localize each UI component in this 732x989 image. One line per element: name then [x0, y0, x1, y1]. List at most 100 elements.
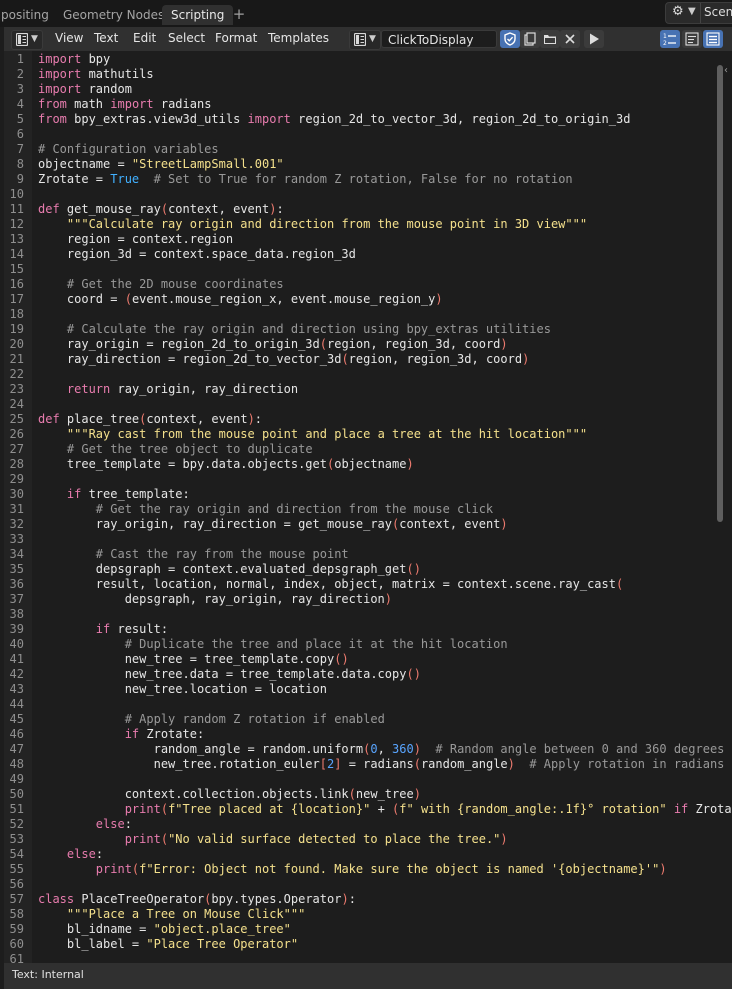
code-line[interactable]: 13 region = context.region — [4, 232, 732, 247]
code-line[interactable]: 27 # Get the tree object to duplicate — [4, 442, 732, 457]
code-line[interactable]: 25 def place_tree(context, event): — [4, 412, 732, 427]
code-line[interactable]: 61 — [4, 952, 732, 963]
code-line[interactable]: 23 return ray_origin, ray_direction — [4, 382, 732, 397]
code-line[interactable]: 1 import bpy — [4, 52, 732, 67]
code-line[interactable]: 60 bl_label = "Place Tree Operator" — [4, 937, 732, 952]
new-text-button[interactable] — [520, 30, 540, 48]
fake-user-shield-icon — [504, 32, 516, 46]
line-number: 4 — [16, 97, 24, 111]
line-number: 54 — [9, 847, 24, 861]
code-line[interactable]: 14 region_3d = context.space_data.region… — [4, 247, 732, 262]
menu-view[interactable]: View — [55, 31, 83, 45]
unlink-text-button[interactable] — [560, 30, 580, 48]
code-line[interactable]: 51 print(f"Tree placed at {location}" + … — [4, 802, 732, 817]
code-line[interactable]: 54 else: — [4, 847, 732, 862]
code-line[interactable]: 12 """Calculate ray origin and direction… — [4, 217, 732, 232]
code-line[interactable]: 21 ray_direction = region_2d_to_vector_3… — [4, 352, 732, 367]
code-line[interactable]: 2 import mathutils — [4, 67, 732, 82]
code-line[interactable]: 44 — [4, 697, 732, 712]
line-numbers-toggle[interactable]: 1 2 — [660, 30, 680, 48]
code-line[interactable]: 22 — [4, 367, 732, 382]
code-line[interactable]: 57 class PlaceTreeOperator(bpy.types.Oper… — [4, 892, 732, 907]
code-line[interactable]: 56 — [4, 877, 732, 892]
code-line[interactable]: 26 """Ray cast from the mouse point and … — [4, 427, 732, 442]
code-line[interactable]: 33 — [4, 532, 732, 547]
scrollbar-thumb[interactable] — [717, 65, 723, 522]
sidebar-expand-icon[interactable]: ‹ — [724, 65, 728, 76]
code-text: """Place a Tree on Mouse Click""" — [66, 907, 306, 921]
run-script-button[interactable] — [584, 30, 604, 48]
editor-type-icon — [16, 33, 28, 46]
code-line[interactable]: 6 — [4, 127, 732, 142]
code-line[interactable]: 39 if result: — [4, 622, 732, 637]
code-line[interactable]: 4 from math import radians — [4, 97, 732, 112]
code-line[interactable]: 17 coord = (event.mouse_region_x, event.… — [4, 292, 732, 307]
code-line[interactable]: 16 # Get the 2D mouse coordinates — [4, 277, 732, 292]
code-line[interactable]: 11 def get_mouse_ray(context, event): — [4, 202, 732, 217]
code-line[interactable]: 38 — [4, 607, 732, 622]
menu-select[interactable]: Select — [168, 31, 205, 45]
menu-text[interactable]: Text — [94, 31, 118, 45]
code-line[interactable]: 43 new_tree.location = location — [4, 682, 732, 697]
code-line[interactable]: 42 new_tree.data = tree_template.data.co… — [4, 667, 732, 682]
line-number: 2 — [16, 67, 24, 81]
code-line[interactable]: 9 Zrotate = True # Set to True for random… — [4, 172, 732, 187]
fake-user-button[interactable] — [500, 30, 520, 48]
line-number: 23 — [9, 382, 24, 396]
tab-scripting[interactable]: Scripting — [162, 5, 234, 25]
code-text: new_tree.data = tree_template.data.copy(… — [38, 667, 421, 681]
code-text: from math import radians — [38, 97, 212, 111]
open-text-button[interactable] — [540, 30, 560, 48]
editor-type-button[interactable]: ▼ — [11, 30, 43, 50]
code-line[interactable]: 30 if tree_template: — [4, 487, 732, 502]
text-name-field[interactable]: ClickToDisplay — [381, 30, 497, 48]
code-line[interactable]: 53 print("No valid surface detected to p… — [4, 832, 732, 847]
status-bar: Text: Internal — [4, 963, 732, 989]
chevron-down-icon: ▼ — [369, 34, 376, 44]
code-line[interactable]: 37 depsgraph, ray_origin, ray_direction) — [4, 592, 732, 607]
text-selector-button[interactable]: ▼ — [349, 30, 381, 50]
code-line[interactable]: 31 # Get the ray origin and direction fr… — [4, 502, 732, 517]
code-line[interactable]: 24 — [4, 397, 732, 412]
line-number: 19 — [9, 322, 24, 336]
code-line[interactable]: 55 print(f"Error: Object not found. Make… — [4, 862, 732, 877]
code-line[interactable]: 18 — [4, 307, 732, 322]
tab-geometry-nodes[interactable]: Geometry Nodes — [54, 5, 173, 25]
code-line[interactable]: 47 random_angle = random.uniform(0, 360)… — [4, 742, 732, 757]
tab-compositing[interactable]: positing — [0, 5, 58, 25]
code-line[interactable]: 40 # Duplicate the tree and place it at … — [4, 637, 732, 652]
code-line[interactable]: 35 depsgraph = context.evaluated_depsgra… — [4, 562, 732, 577]
text-editor-area[interactable]: 1 import bpy 2 import mathutils 3 import rand… — [4, 51, 732, 963]
code-line[interactable]: 36 result, location, normal, index, obje… — [4, 577, 732, 592]
code-line[interactable]: 52 else: — [4, 817, 732, 832]
code-line[interactable]: 10 — [4, 187, 732, 202]
word-wrap-toggle[interactable] — [682, 30, 702, 48]
line-number: 7 — [16, 142, 24, 156]
code-line[interactable]: 20 ray_origin = region_2d_to_origin_3d(r… — [4, 337, 732, 352]
code-line[interactable]: 28 tree_template = bpy.data.objects.get(… — [4, 457, 732, 472]
scene-selector[interactable]: ⚙ ▼ Scene — [665, 2, 732, 24]
code-line[interactable]: 45 # Apply random Z rotation if enabled — [4, 712, 732, 727]
code-line[interactable]: 8 objectname = "StreetLampSmall.001" — [4, 157, 732, 172]
code-line[interactable]: 15 — [4, 262, 732, 277]
code-line[interactable]: 59 bl_idname = "object.place_tree" — [4, 922, 732, 937]
line-number: 50 — [9, 787, 24, 801]
code-line[interactable]: 7 # Configuration variables — [4, 142, 732, 157]
code-line[interactable]: 3 import random — [4, 82, 732, 97]
menu-templates[interactable]: Templates — [268, 31, 329, 45]
syntax-highlight-toggle[interactable] — [703, 30, 723, 48]
code-line[interactable]: 29 — [4, 472, 732, 487]
code-line[interactable]: 5 from bpy_extras.view3d_utils import reg… — [4, 112, 732, 127]
code-line[interactable]: 50 context.collection.objects.link(new_t… — [4, 787, 732, 802]
menu-edit[interactable]: Edit — [133, 31, 156, 45]
code-line[interactable]: 19 # Calculate the ray origin and direct… — [4, 322, 732, 337]
code-line[interactable]: 49 — [4, 772, 732, 787]
add-workspace-button[interactable]: + — [231, 4, 247, 24]
code-line[interactable]: 34 # Cast the ray from the mouse point — [4, 547, 732, 562]
code-line[interactable]: 46 if Zrotate: — [4, 727, 732, 742]
menu-format[interactable]: Format — [215, 31, 257, 45]
code-line[interactable]: 41 new_tree = tree_template.copy() — [4, 652, 732, 667]
code-line[interactable]: 32 ray_origin, ray_direction = get_mouse… — [4, 517, 732, 532]
code-line[interactable]: 58 """Place a Tree on Mouse Click""" — [4, 907, 732, 922]
code-line[interactable]: 48 new_tree.rotation_euler[2] = radians(… — [4, 757, 732, 772]
